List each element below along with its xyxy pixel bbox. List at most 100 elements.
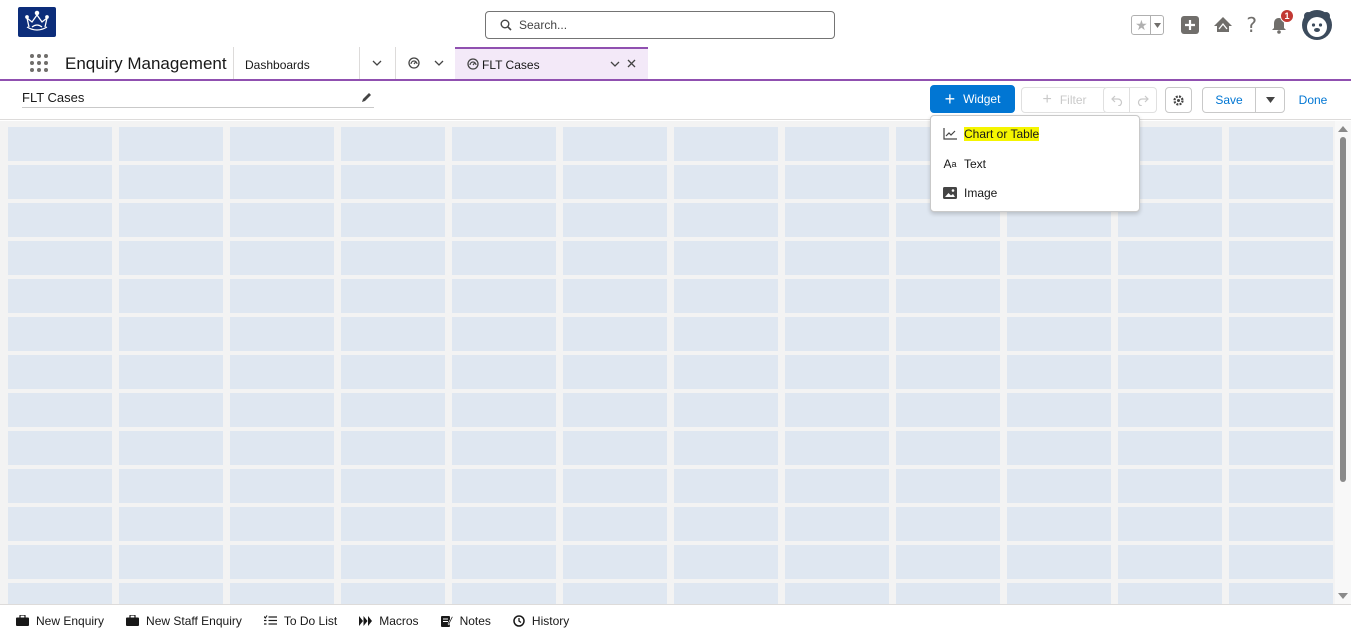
menu-item-image[interactable]: Image (931, 179, 1139, 207)
app-name: Enquiry Management (65, 54, 227, 73)
grid-cell (563, 165, 667, 199)
grid-cell (8, 431, 112, 465)
grid-cell (8, 583, 112, 604)
done-button[interactable]: Done (1292, 87, 1334, 113)
grid-cell (8, 241, 112, 275)
add-filter-button[interactable]: + Filter (1021, 87, 1108, 113)
grid-cell (452, 431, 556, 465)
grid-cell (341, 127, 445, 161)
utility-new-enquiry[interactable]: New Enquiry (16, 614, 104, 628)
help-icon: ? (1246, 13, 1257, 37)
grid-cell (1007, 583, 1111, 604)
global-actions-button[interactable] (1180, 15, 1200, 35)
favorite-star-button[interactable]: ★ (1131, 15, 1152, 35)
nav-divider (395, 47, 396, 79)
grid-cell (119, 469, 223, 503)
scroll-down-arrow[interactable] (1338, 593, 1348, 599)
grid-cell (119, 393, 223, 427)
grid-cell (563, 583, 667, 604)
utility-macros[interactable]: Macros (359, 614, 419, 628)
grid-cell (452, 279, 556, 313)
grid-cell (785, 317, 889, 351)
chevron-down-icon[interactable] (372, 60, 382, 67)
grid-cell (1229, 583, 1333, 604)
add-widget-button[interactable]: + Widget (930, 85, 1015, 113)
save-options-dropdown[interactable] (1255, 87, 1285, 113)
tab-flt-cases[interactable]: FLT Cases (455, 47, 648, 79)
grid-cell (1007, 355, 1111, 389)
grid-cell (230, 317, 334, 351)
grid-cell (674, 355, 778, 389)
scroll-thumb[interactable] (1340, 137, 1346, 482)
utility-to-do-list[interactable]: To Do List (263, 614, 337, 628)
grid-cell (119, 545, 223, 579)
caret-down-icon (1265, 97, 1275, 103)
grid-cell (1118, 545, 1222, 579)
grid-cell (119, 279, 223, 313)
search-icon (500, 19, 512, 31)
scroll-up-arrow[interactable] (1338, 126, 1348, 132)
grid-cell (8, 355, 112, 389)
grid-cell (452, 203, 556, 237)
properties-button[interactable] (1165, 87, 1192, 113)
grid-cell (1007, 279, 1111, 313)
grid-cell (785, 241, 889, 275)
dashboard-title-input[interactable]: FLT Cases (22, 90, 84, 105)
grid-cell (230, 545, 334, 579)
grid-cell (674, 431, 778, 465)
grid-cell (1229, 317, 1333, 351)
app-launcher-icon[interactable] (30, 54, 48, 72)
nav-item-dashboards[interactable]: Dashboards (245, 58, 310, 72)
image-icon (943, 186, 957, 200)
dashboard-icon[interactable] (408, 57, 420, 69)
gear-icon (1173, 94, 1184, 106)
favorites-dropdown-button[interactable] (1151, 15, 1165, 35)
menu-item-chart-or-table[interactable]: Chart or Table (931, 120, 1139, 148)
checklist-icon (263, 615, 277, 626)
menu-item-text[interactable]: Aa Text (931, 150, 1139, 178)
grid-cell (452, 165, 556, 199)
chevron-down-icon[interactable] (434, 60, 444, 67)
save-button[interactable]: Save (1202, 87, 1256, 113)
edit-pencil-icon[interactable] (361, 92, 372, 103)
redo-button[interactable] (1130, 87, 1157, 113)
global-search[interactable] (485, 11, 835, 39)
text-icon: Aa (943, 157, 957, 171)
notifications-button[interactable]: 1 (1269, 9, 1294, 35)
user-avatar[interactable] (1301, 9, 1333, 41)
grid-cell (1007, 393, 1111, 427)
grid-cell (896, 393, 1000, 427)
menu-item-label: Text (964, 157, 987, 171)
grid-cell (563, 393, 667, 427)
grid-cell (563, 545, 667, 579)
help-button[interactable]: ? (1246, 13, 1257, 37)
dashboard-canvas[interactable] (0, 121, 1351, 604)
grid-cell (119, 203, 223, 237)
grid-cell (341, 279, 445, 313)
grid-cell (674, 583, 778, 604)
grid-cell (674, 241, 778, 275)
grid-cell (119, 317, 223, 351)
redo-icon (1137, 95, 1149, 106)
grid-cell (1229, 127, 1333, 161)
add-icon (1181, 16, 1200, 34)
grid-cell (341, 393, 445, 427)
search-input[interactable] (519, 18, 819, 32)
grid-cell (896, 317, 1000, 351)
undo-button[interactable] (1103, 87, 1130, 113)
grid-cell (896, 279, 1000, 313)
grid-cell (896, 241, 1000, 275)
utility-notes[interactable]: Notes (440, 614, 491, 628)
grid-cell (785, 583, 889, 604)
utility-history[interactable]: History (513, 614, 569, 628)
chevron-down-icon[interactable] (610, 61, 620, 68)
utility-new-staff-enquiry[interactable]: New Staff Enquiry (126, 614, 242, 628)
grid-cell (341, 165, 445, 199)
grid-cell (341, 241, 445, 275)
org-logo[interactable] (18, 7, 56, 37)
trailhead-button[interactable] (1212, 15, 1234, 35)
grid-cell (452, 469, 556, 503)
vertical-scrollbar[interactable] (1335, 121, 1351, 604)
close-icon[interactable] (627, 59, 636, 68)
nav-divider (233, 47, 234, 79)
